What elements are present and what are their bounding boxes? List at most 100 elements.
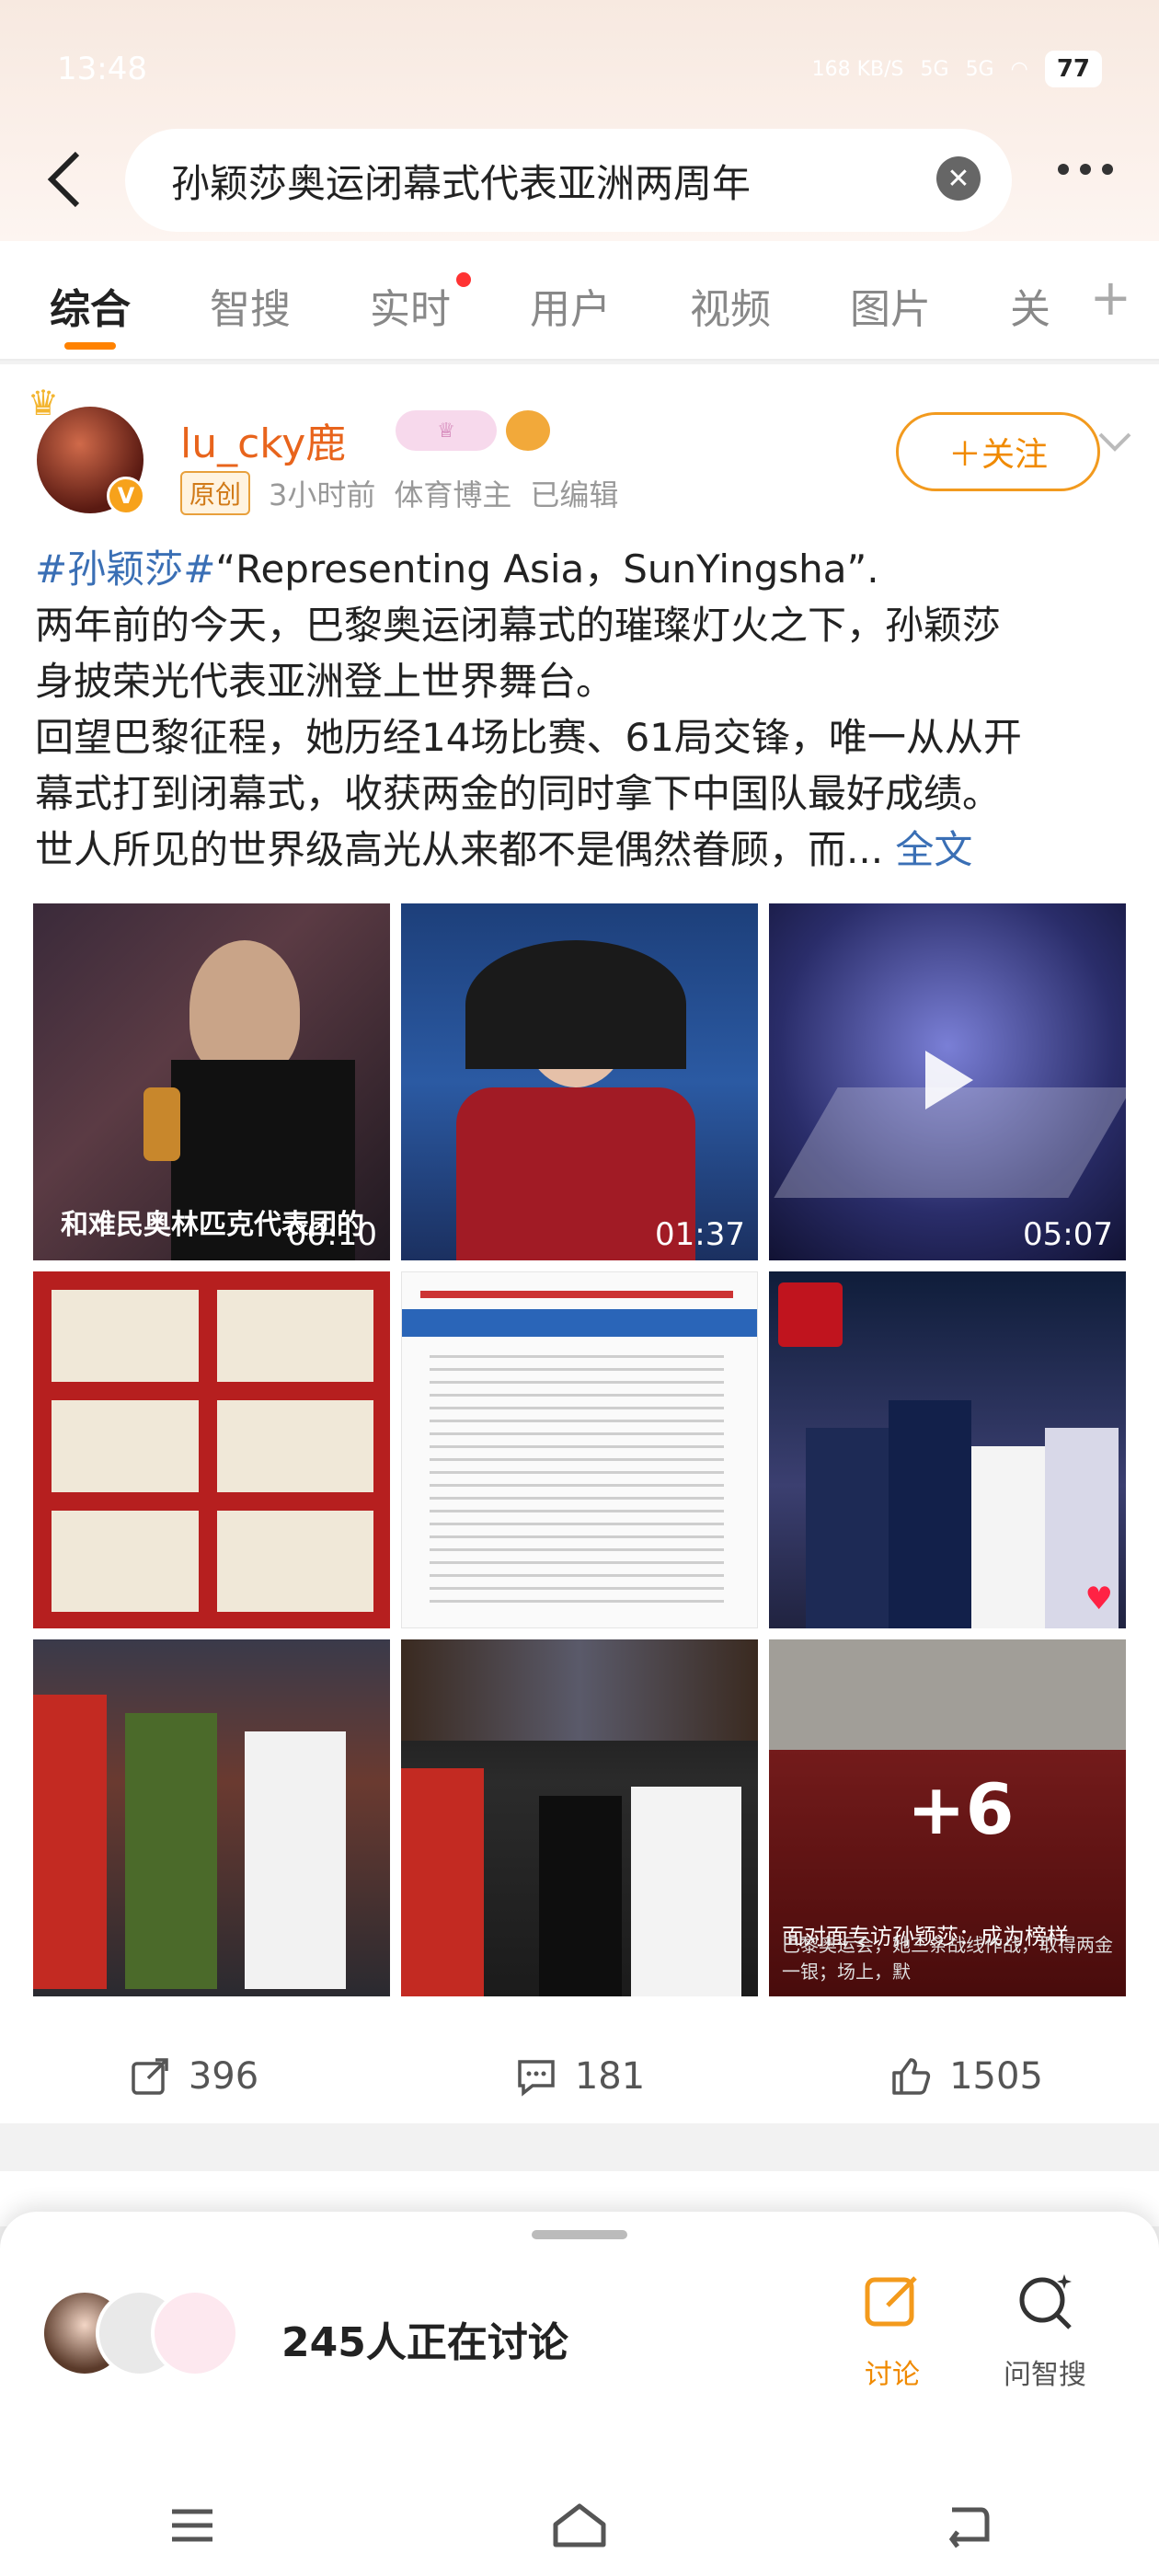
repost-count: 396 [188, 2055, 259, 2098]
crown-icon: ♛ [28, 383, 60, 423]
dot-icon [1102, 164, 1113, 175]
crowd-shape [401, 1639, 758, 1741]
original-badge: 原创 [180, 471, 251, 515]
system-nav-bar [0, 2475, 1159, 2576]
heart-icon: ♥ [1084, 1581, 1113, 1617]
avatar [151, 2289, 239, 2377]
clear-search-button[interactable]: ✕ [936, 156, 981, 201]
signal-5g-1: 5G [920, 57, 949, 81]
image-thumbnail[interactable]: +6 面对面专访孙颖莎：成为榜样 巴黎奥运会，她三条战线作战，取得两金一银；场上… [769, 1639, 1126, 1996]
tab-videos[interactable]: 视频 [690, 276, 771, 335]
tab-smart-search[interactable]: 智搜 [210, 276, 291, 335]
video-thumbnail[interactable]: 和难民奥林匹克代表团的 00:10 [33, 903, 390, 1260]
ask-smart-search-button[interactable]: 问智搜 [981, 2269, 1109, 2392]
person-shape [806, 1428, 889, 1628]
back-nav-icon[interactable] [939, 2501, 994, 2550]
comment-button[interactable]: 181 [386, 2035, 773, 2118]
discussion-avatars [40, 2289, 270, 2390]
thumbs-up-icon [892, 2058, 931, 2095]
video-duration: 00:10 [287, 1216, 377, 1253]
back-button[interactable] [37, 147, 92, 212]
video-thumbnail[interactable]: 01:37 [401, 903, 758, 1260]
notification-dot [456, 272, 471, 287]
dot-icon [1080, 164, 1091, 175]
post-edited: 已编辑 [530, 477, 619, 512]
photo-shape [52, 1400, 199, 1492]
post-source: 体育博主 [394, 477, 512, 512]
discussion-count[interactable]: 245人正在讨论 [281, 2309, 568, 2368]
follow-button[interactable]: ＋关注 [896, 412, 1100, 491]
share-icon [132, 2058, 168, 2095]
battery-icon: 77 [1044, 51, 1102, 87]
chevron-left-icon [47, 151, 80, 208]
tab-realtime[interactable]: 实时 [370, 276, 451, 335]
post-actions: 396 181 1505 [0, 2035, 1159, 2118]
photo-shape [52, 1290, 199, 1382]
video-duration: 01:37 [655, 1216, 745, 1253]
document-thumbnail[interactable] [401, 1271, 758, 1628]
add-tab-button[interactable]: + [1090, 269, 1131, 327]
menu-icon[interactable] [165, 2502, 220, 2548]
image-subcaption: 巴黎奥运会，她三条战线作战，取得两金一银；场上，默 [782, 1934, 1113, 1983]
repost-button[interactable]: 396 [0, 2035, 386, 2118]
post-line: 回望巴黎征程，她历经14场比赛、61局交锋，唯一从从开 [35, 715, 1022, 760]
post-line: 两年前的今天，巴黎奥运闭幕式的璀璨灯火之下，孙颖莎 [35, 603, 1002, 648]
discuss-button[interactable]: 讨论 [828, 2269, 957, 2392]
close-icon: ✕ [947, 162, 970, 195]
comment-icon [518, 2060, 555, 2097]
username[interactable]: lu_cky鹿 [180, 410, 346, 469]
fish-badge-icon [506, 410, 550, 451]
more-images-count: +6 [907, 1768, 1015, 1850]
comment-count: 181 [574, 2055, 646, 2098]
video-thumbnail[interactable]: 05:07 [769, 903, 1126, 1260]
level-badge-icon: ♕ [396, 410, 497, 451]
ask-label: 问智搜 [1004, 2359, 1086, 2391]
photo-shape [217, 1400, 373, 1492]
search-input[interactable]: 孙颖莎奥运闭幕式代表亚洲两周年 ✕ [125, 129, 1012, 232]
person-shape [125, 1713, 217, 1989]
sheet-handle[interactable] [532, 2230, 627, 2239]
doc-lines-shape [430, 1355, 724, 1613]
post-text: #孙颖莎#“Representing Asia，SunYingsha”. 两年前… [35, 541, 1130, 878]
image-thumbnail[interactable] [33, 1271, 390, 1628]
tab-comprehensive[interactable]: 综合 [50, 276, 131, 335]
person-shape [971, 1446, 1045, 1628]
doc-nav-shape [402, 1309, 757, 1337]
chevron-down-icon[interactable] [1096, 423, 1133, 460]
play-icon [925, 1051, 973, 1110]
image-thumbnail[interactable] [401, 1639, 758, 1996]
home-icon[interactable] [550, 2501, 609, 2550]
hair-shape [465, 940, 686, 1069]
tab-bar: 综合 智搜 实时 用户 视频 图片 关 + [0, 241, 1159, 361]
full-text-link[interactable]: 全文 [895, 827, 972, 872]
tab-related[interactable]: 关 [1010, 276, 1050, 335]
photo-shape [217, 1511, 373, 1612]
wifi-icon: ◠ [1010, 57, 1028, 81]
edit-icon [865, 2276, 917, 2327]
hashtag-link[interactable]: #孙颖莎# [35, 546, 215, 592]
photo-shape [217, 1290, 373, 1382]
post-line: 身披荣光代表亚洲登上世界舞台。 [35, 659, 615, 704]
more-options-button[interactable] [1058, 164, 1113, 175]
post-card: ♛ V lu_cky鹿 ♕ 原创 3小时前 体育博主 已编辑 ＋关注 #孙颖莎#… [0, 364, 1159, 2123]
image-thumbnail[interactable] [33, 1639, 390, 1996]
person-shape [631, 1787, 741, 1996]
status-time: 13:48 [57, 51, 147, 87]
image-thumbnail[interactable]: ♥ [769, 1271, 1126, 1628]
person-shape [401, 1768, 484, 1996]
tab-images[interactable]: 图片 [850, 276, 931, 335]
card-separator [0, 2123, 1159, 2171]
net-speed: 168 KB/S [811, 57, 904, 81]
post-meta: 原创 3小时前 体育博主 已编辑 [180, 471, 618, 515]
like-button[interactable]: 1505 [773, 2035, 1159, 2118]
tab-users[interactable]: 用户 [530, 276, 611, 335]
header: 13:48 168 KB/S 5G 5G ◠ 77 孙颖莎奥运闭幕式代表亚洲两周… [0, 0, 1159, 241]
doc-header-shape [420, 1291, 733, 1298]
user-badges: ♕ [396, 410, 550, 451]
photo-shape [52, 1511, 199, 1612]
post-line: “Representing Asia，SunYingsha”. [215, 546, 879, 592]
video-duration: 05:07 [1023, 1216, 1113, 1253]
post-line: 世人所见的世界级高光从来都不是偶然眷顾，而... [35, 827, 884, 872]
tab-indicator [64, 342, 116, 350]
post-time: 3小时前 [269, 477, 376, 512]
